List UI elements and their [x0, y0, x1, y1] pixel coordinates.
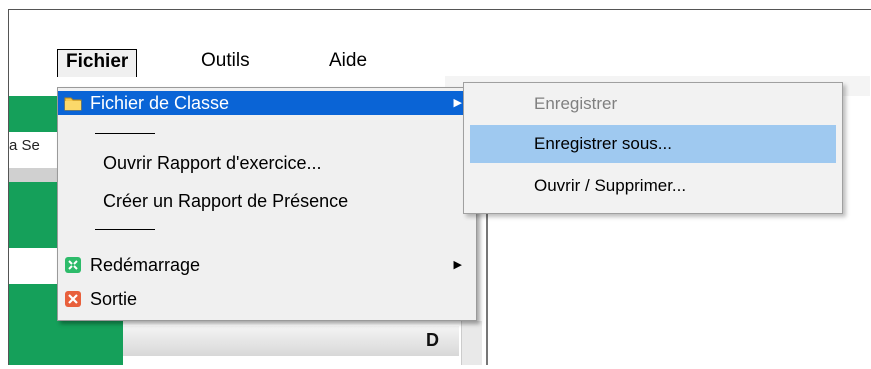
- menu-item-fichier-de-classe[interactable]: Fichier de Classe ▶: [58, 91, 476, 115]
- menu-bar: Fichier Outils Aide: [9, 45, 870, 77]
- menu-fichier[interactable]: Fichier: [57, 49, 138, 77]
- menu-aide[interactable]: Aide: [329, 49, 367, 73]
- file-menu: Fichier de Classe ▶ Ouvrir Rapport d'exe…: [57, 87, 477, 321]
- background-gray-band: [9, 168, 57, 182]
- table-column-header[interactable]: [123, 326, 459, 356]
- fichier-de-classe-submenu: Enregistrer Enregistrer sous... Ouvrir /…: [463, 82, 843, 214]
- submenu-item-enregistrer[interactable]: Enregistrer: [470, 85, 836, 123]
- background-green-block: [9, 284, 57, 365]
- menu-item-label: Sortie: [90, 289, 138, 309]
- menu-item-label: Créer un Rapport de Présence: [103, 191, 349, 211]
- background-green-block: [9, 182, 57, 248]
- background-partial-label: a Se: [9, 137, 40, 154]
- folder-icon: [64, 97, 82, 111]
- menu-item-label: Ouvrir Rapport d'exercice...: [103, 153, 322, 173]
- menu-item-ouvrir-rapport[interactable]: Ouvrir Rapport d'exercice...: [58, 151, 476, 175]
- menu-separator: [95, 133, 155, 134]
- menu-item-label: Fichier de Classe: [90, 93, 230, 113]
- submenu-item-label: Ouvrir / Supprimer...: [534, 176, 687, 195]
- table-column-header-letter: D: [426, 330, 439, 350]
- menu-item-sortie[interactable]: Sortie: [58, 287, 476, 311]
- submenu-item-enregistrer-sous[interactable]: Enregistrer sous...: [470, 125, 836, 163]
- menu-item-creer-rapport[interactable]: Créer un Rapport de Présence: [58, 189, 476, 213]
- restart-icon: [65, 257, 81, 273]
- background-green-block: [9, 96, 57, 132]
- submenu-arrow-icon: ▶: [453, 97, 462, 109]
- submenu-arrow-icon: ▶: [453, 259, 462, 271]
- background-green-column: [57, 321, 123, 365]
- submenu-item-label: Enregistrer: [534, 94, 618, 113]
- submenu-item-ouvrir-supprimer[interactable]: Ouvrir / Supprimer...: [470, 167, 836, 205]
- menu-item-label: Redémarrage: [90, 255, 201, 275]
- background-white-band: [9, 248, 57, 284]
- submenu-item-label: Enregistrer sous...: [534, 134, 672, 153]
- menu-outils[interactable]: Outils: [201, 49, 250, 73]
- menu-separator: [95, 229, 155, 230]
- scrollbar[interactable]: [461, 321, 482, 365]
- menu-item-redemarrage[interactable]: Redémarrage ▶: [58, 253, 476, 277]
- exit-icon: [65, 291, 81, 307]
